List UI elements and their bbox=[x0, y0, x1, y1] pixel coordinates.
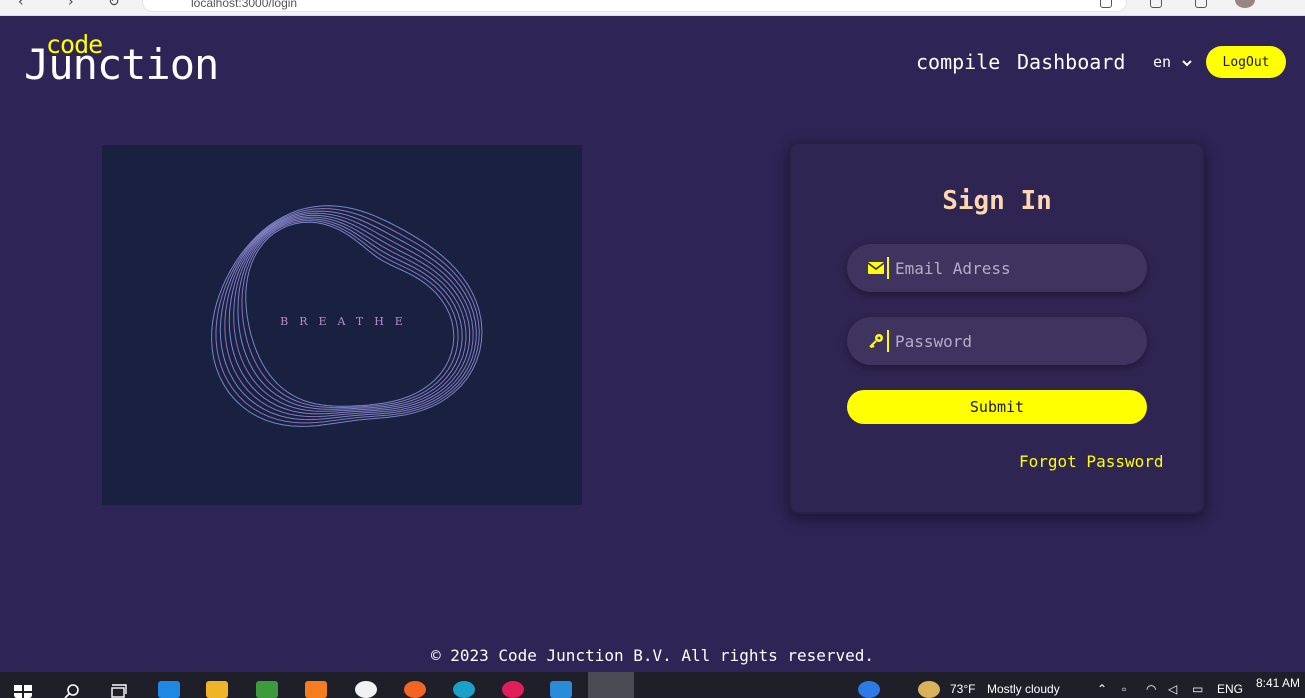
logout-button[interactable]: LogOut bbox=[1206, 46, 1286, 78]
app-icon-7[interactable] bbox=[355, 681, 377, 698]
browser-toolbar: ‹ › ↻ localhost:3000/login bbox=[0, 0, 1305, 16]
language-selector[interactable]: en bbox=[1153, 53, 1192, 71]
clock-time[interactable]: 8:41 AM bbox=[1256, 676, 1300, 690]
nav-compile-link[interactable]: compile bbox=[916, 50, 1000, 74]
postman-app-icon[interactable] bbox=[404, 681, 426, 698]
mail-app-icon[interactable] bbox=[158, 681, 180, 698]
reload-icon[interactable]: ↻ bbox=[108, 0, 120, 10]
share-icon[interactable] bbox=[1150, 0, 1162, 8]
weather-desc: Mostly cloudy bbox=[987, 682, 1060, 696]
tray-camera-icon[interactable]: ▫ bbox=[1122, 682, 1126, 696]
search-icon[interactable] bbox=[62, 681, 84, 698]
collections-icon[interactable] bbox=[1195, 0, 1207, 8]
wifi-icon[interactable]: ◠ bbox=[1146, 682, 1156, 696]
task-view-icon[interactable] bbox=[108, 681, 130, 698]
help-icon[interactable] bbox=[858, 681, 880, 698]
envelope-icon bbox=[867, 259, 885, 277]
nodejs-app-icon[interactable] bbox=[256, 681, 278, 698]
weather-icon bbox=[918, 681, 940, 698]
extension-icon[interactable] bbox=[1100, 0, 1112, 8]
tray-chevron-up-icon[interactable]: ⌃ bbox=[1097, 682, 1107, 696]
battery-icon[interactable]: ▭ bbox=[1192, 682, 1203, 696]
logo-junction-text: Junction bbox=[24, 40, 219, 89]
windows-taskbar: 73°F Mostly cloudy ⌃ ▫ ◠ ◁ ▭ ENG 8:41 AM bbox=[0, 672, 1305, 698]
forgot-password-link[interactable]: Forgot Password bbox=[1019, 452, 1164, 471]
back-icon[interactable]: ‹ bbox=[18, 0, 24, 10]
forward-icon[interactable]: › bbox=[68, 0, 74, 10]
site-logo[interactable]: code Junction bbox=[24, 30, 224, 89]
password-field[interactable] bbox=[847, 317, 1147, 365]
submit-button[interactable]: Submit bbox=[847, 390, 1147, 424]
email-input[interactable] bbox=[895, 258, 1135, 278]
slack-app-icon[interactable] bbox=[502, 681, 524, 698]
field-divider bbox=[887, 330, 889, 352]
copyright-footer: © 2023 Code Junction B.V. All rights res… bbox=[430, 646, 875, 665]
address-bar[interactable]: localhost:3000/login bbox=[142, 0, 1127, 12]
field-divider bbox=[887, 257, 889, 279]
chevron-down-icon bbox=[1182, 60, 1192, 67]
signin-title: Sign In bbox=[942, 186, 1052, 216]
active-app-icon[interactable] bbox=[588, 672, 634, 698]
file-explorer-icon[interactable] bbox=[206, 681, 228, 698]
language-indicator[interactable]: ENG bbox=[1217, 682, 1243, 696]
email-field[interactable] bbox=[847, 244, 1147, 292]
profile-avatar[interactable] bbox=[1235, 0, 1255, 8]
breathe-illustration: BREATHE bbox=[102, 145, 582, 505]
breathe-word: BREATHE bbox=[280, 315, 414, 328]
signin-card: Sign In Submit Forgot Password bbox=[789, 142, 1205, 514]
weather-temp: 73°F bbox=[950, 682, 976, 696]
volume-icon[interactable]: ◁ bbox=[1168, 682, 1177, 696]
nav-dashboard-link[interactable]: Dashboard bbox=[1017, 50, 1125, 74]
xampp-app-icon[interactable] bbox=[305, 681, 327, 698]
language-value: en bbox=[1153, 53, 1172, 71]
windows-start-icon[interactable] bbox=[14, 681, 32, 698]
edge-browser-icon[interactable] bbox=[453, 681, 475, 698]
vscode-app-icon[interactable] bbox=[550, 681, 572, 698]
password-input[interactable] bbox=[895, 331, 1135, 351]
key-icon bbox=[867, 332, 885, 350]
